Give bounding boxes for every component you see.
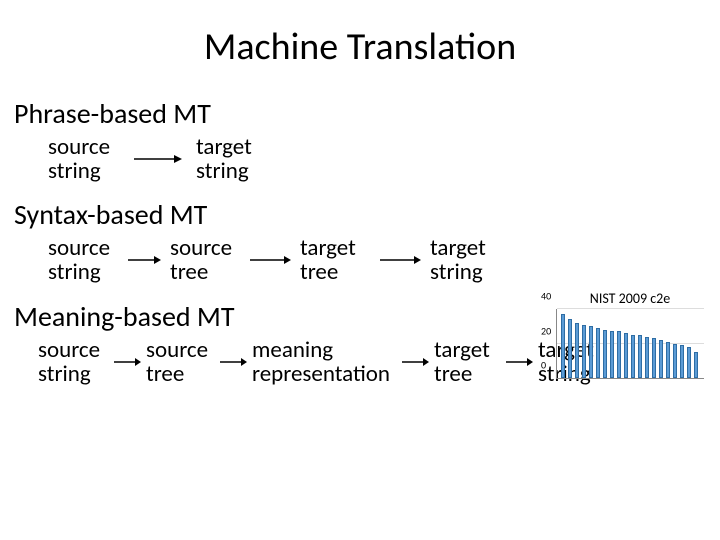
chart-bar bbox=[638, 335, 642, 378]
chart-bar bbox=[596, 328, 600, 378]
node-label: sourcetree bbox=[170, 236, 248, 284]
arrow-icon bbox=[218, 355, 248, 369]
section-heading-syntax: Syntax-based MT bbox=[0, 197, 720, 232]
chart-bar bbox=[575, 323, 579, 378]
chart-bar bbox=[624, 333, 628, 378]
chart-ytick: 0 bbox=[541, 359, 546, 372]
chart-bar bbox=[694, 352, 698, 378]
chart-bar bbox=[561, 314, 565, 378]
section-heading-phrase: Phrase-based MT bbox=[0, 96, 720, 131]
chart-bar bbox=[582, 325, 586, 378]
node-label: sourcestring bbox=[48, 135, 132, 183]
node-label: sourcetree bbox=[146, 338, 218, 386]
node-label: targetstring bbox=[196, 135, 280, 183]
chart-bar bbox=[652, 338, 656, 378]
chart-bar bbox=[568, 319, 572, 378]
node-label: targettree bbox=[300, 236, 378, 284]
row-phrase: sourcestring targetstring bbox=[0, 135, 720, 183]
page-title: Machine Translation bbox=[0, 0, 720, 88]
chart-bar bbox=[603, 330, 607, 378]
node-label: sourcestring bbox=[38, 338, 112, 386]
chart-bar bbox=[673, 344, 677, 379]
chart-bar bbox=[680, 345, 684, 378]
chart-ytick: 20 bbox=[541, 324, 551, 337]
chart-ytick: 40 bbox=[541, 290, 551, 303]
chart-bar bbox=[645, 337, 649, 378]
chart-bar bbox=[666, 342, 670, 378]
chart-bar bbox=[659, 340, 663, 378]
node-label: meaningrepresentation bbox=[252, 338, 400, 386]
node-label: targetstring bbox=[430, 236, 508, 284]
chart-bar bbox=[589, 326, 593, 378]
chart-bar bbox=[631, 335, 635, 378]
arrow-icon bbox=[126, 253, 162, 267]
chart-bar bbox=[617, 331, 621, 378]
arrow-icon bbox=[504, 355, 534, 369]
chart: NIST 2009 c2e 0 20 40 bbox=[556, 290, 704, 380]
arrow-icon bbox=[378, 253, 422, 267]
row-syntax: sourcestring sourcetree targettree targe… bbox=[0, 236, 720, 284]
arrow-icon bbox=[248, 253, 292, 267]
arrow-icon bbox=[400, 355, 430, 369]
chart-bar bbox=[610, 331, 614, 378]
arrow-icon bbox=[112, 355, 142, 369]
chart-bar bbox=[687, 347, 691, 378]
node-label: sourcestring bbox=[48, 236, 126, 284]
node-label: targettree bbox=[434, 338, 504, 386]
arrow-icon bbox=[132, 152, 184, 166]
chart-plot-area: 0 20 40 bbox=[556, 309, 704, 379]
chart-title: NIST 2009 c2e bbox=[556, 290, 704, 307]
